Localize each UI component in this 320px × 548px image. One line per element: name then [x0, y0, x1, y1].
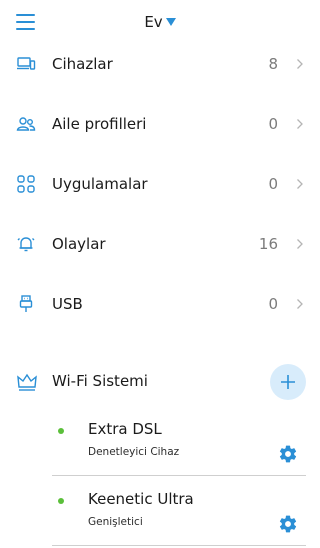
- menu-item-count: 16: [258, 235, 278, 253]
- wifi-system-title: Wi-Fi Sistemi: [52, 372, 148, 390]
- wifi-system-device[interactable]: Keenetic Ultra Genişletici: [0, 476, 320, 546]
- online-status-dot: [58, 498, 64, 504]
- online-status-dot: [58, 428, 64, 434]
- chevron-right-icon: [297, 299, 303, 309]
- divider: [52, 545, 306, 546]
- menu-item-applications[interactable]: Uygulamalar 0: [0, 154, 320, 214]
- menu-item-label: Olaylar: [52, 235, 106, 253]
- menu-item-count: 0: [268, 175, 278, 193]
- menu-item-label: Cihazlar: [52, 55, 113, 73]
- settings-gear-icon[interactable]: [278, 514, 298, 534]
- menu-item-count: 0: [268, 295, 278, 313]
- settings-gear-icon[interactable]: [278, 444, 298, 464]
- plus-icon: [281, 375, 295, 389]
- menu-item-label: Uygulamalar: [52, 175, 148, 193]
- wifi-system-crown-icon: [17, 373, 37, 391]
- chevron-right-icon: [297, 119, 303, 129]
- location-selector[interactable]: Ev: [0, 13, 320, 31]
- apps-icon: [17, 175, 35, 193]
- family-icon: [16, 117, 36, 131]
- menu-item-family-profiles[interactable]: Aile profilleri 0: [0, 94, 320, 154]
- device-name: Keenetic Ultra: [88, 490, 194, 508]
- chevron-right-icon: [297, 239, 303, 249]
- dropdown-caret-icon: [165, 18, 176, 26]
- location-label: Ev: [144, 13, 163, 31]
- menu-item-count: 8: [268, 55, 278, 73]
- device-role: Denetleyici Cihaz: [88, 446, 180, 458]
- menu-item-label: USB: [52, 295, 83, 313]
- chevron-right-icon: [297, 179, 303, 189]
- device-name: Extra DSL: [88, 420, 162, 438]
- menu-item-events[interactable]: Olaylar 16: [0, 214, 320, 274]
- wifi-system-device[interactable]: Extra DSL Denetleyici Cihaz: [0, 406, 320, 476]
- chevron-right-icon: [297, 59, 303, 69]
- menu-item-usb[interactable]: USB 0: [0, 274, 320, 334]
- menu-item-devices[interactable]: Cihazlar 8: [0, 34, 320, 94]
- add-extender-button[interactable]: [270, 364, 306, 400]
- menu-item-count: 0: [268, 115, 278, 133]
- usb-icon: [19, 295, 33, 312]
- wifi-system-header: Wi-Fi Sistemi: [0, 356, 320, 408]
- menu-item-label: Aile profilleri: [52, 115, 147, 133]
- device-role: Genişletici: [88, 516, 143, 528]
- bell-icon: [17, 237, 35, 252]
- devices-icon: [17, 57, 36, 70]
